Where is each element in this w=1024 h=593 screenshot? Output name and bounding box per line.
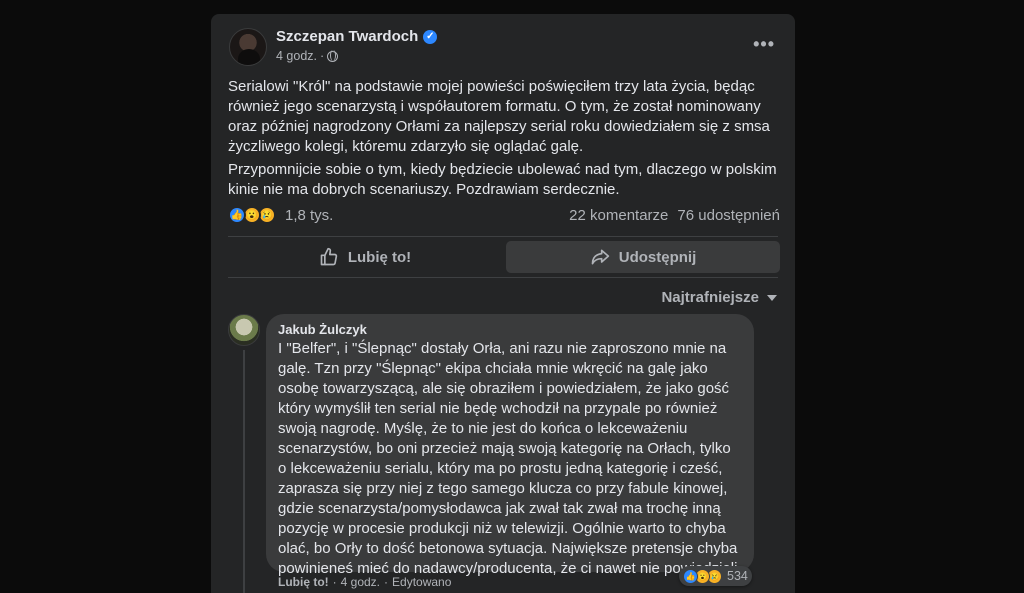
caret-down-icon (767, 294, 777, 301)
like-reaction-icon: 👍 (228, 206, 246, 224)
post-card: Szczepan Twardoch ✓ 4 godz. · ••• Serial… (211, 14, 795, 593)
share-icon (591, 249, 609, 265)
post-meta: 4 godz. · (276, 49, 339, 63)
engagement-counts: 22 komentarze 76 udostępnień (569, 207, 780, 224)
verified-badge-icon: ✓ (423, 29, 438, 44)
comment-like-button[interactable]: Lubię to! (278, 575, 329, 589)
comment-bubble: Jakub Żulczyk I "Belfer", i "Ślepnąc" do… (266, 314, 754, 577)
footer-separator: · (384, 575, 389, 589)
like-button-label: Lubię to! (347, 248, 412, 266)
meta-separator: · (320, 49, 325, 63)
comment-text: I "Belfer", i "Ślepnąc" dostały Orła, an… (278, 340, 742, 577)
comment-sort-dropdown[interactable]: Najtrafniejsze (661, 289, 777, 306)
footer-separator: · (332, 575, 337, 589)
sort-label: Najtrafniejsze (661, 289, 759, 306)
commenter-name[interactable]: Jakub Żulczyk (278, 322, 742, 338)
post-reactions[interactable]: 👍 😮 😢 1,8 tys. (228, 206, 333, 224)
globe-icon (327, 50, 339, 62)
author-name[interactable]: Szczepan Twardoch (276, 28, 418, 45)
like-button[interactable]: Lubię to! (228, 241, 502, 273)
divider (228, 236, 778, 237)
post-actions: Lubię to! Udostępnij (228, 241, 780, 273)
author-avatar[interactable] (229, 28, 267, 66)
post-time[interactable]: 4 godz. (276, 49, 317, 63)
thread-line (243, 350, 245, 593)
post-paragraph-2: Przypomnijcie sobie o tym, kiedy będziec… (228, 161, 777, 198)
divider (228, 277, 778, 278)
more-options-icon[interactable]: ••• (753, 34, 775, 55)
share-button[interactable]: Udostępnij (506, 241, 780, 273)
like-reaction-icon: 👍 (683, 568, 698, 584)
comments-count[interactable]: 22 komentarze (569, 207, 668, 224)
commenter-avatar[interactable] (228, 314, 260, 346)
comment-reaction-count: 534 (727, 569, 748, 583)
post-author[interactable]: Szczepan Twardoch ✓ (276, 28, 438, 45)
comment-time[interactable]: 4 godz. (341, 575, 380, 589)
shares-count[interactable]: 76 udostępnień (677, 207, 780, 224)
thumbs-up-icon (320, 247, 338, 266)
post-paragraph-1: Serialowi "Król" na podstawie mojej powi… (228, 78, 770, 155)
share-button-label: Udostępnij (618, 248, 697, 266)
reaction-count[interactable]: 1,8 tys. (285, 207, 333, 224)
comment-footer: Lubię to! · 4 godz. · Edytowano (278, 575, 451, 589)
comment-edited[interactable]: Edytowano (392, 575, 451, 589)
comment-reactions[interactable]: 👍 😮 😢 534 (679, 566, 752, 586)
